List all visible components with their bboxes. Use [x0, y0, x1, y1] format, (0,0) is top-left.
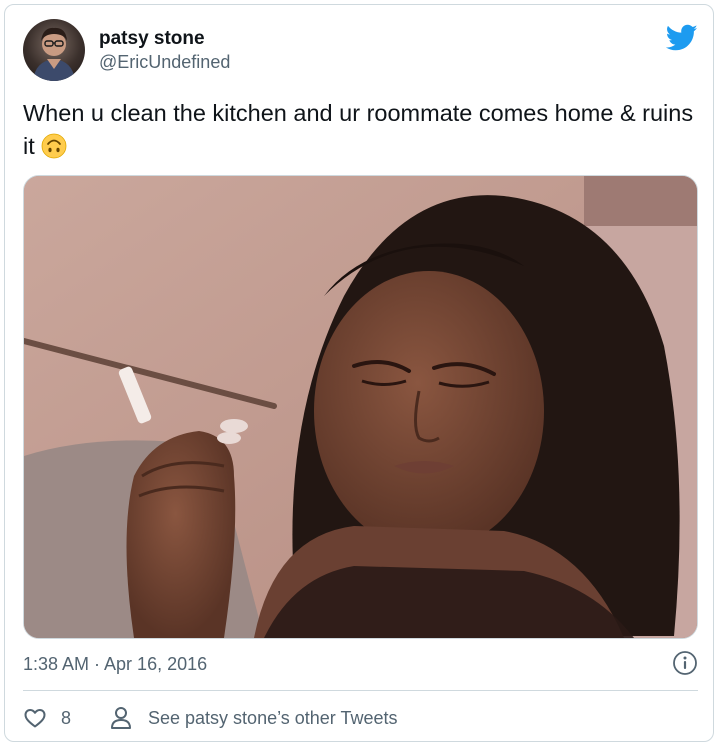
twitter-bird-icon[interactable] — [665, 24, 698, 52]
user-handle[interactable]: @EricUndefined — [99, 50, 230, 74]
display-name[interactable]: patsy stone — [99, 28, 230, 50]
tweet-text-body: When u clean the kitchen and ur roommate… — [23, 100, 694, 159]
tweet-media-photo[interactable] — [23, 175, 698, 639]
info-icon[interactable] — [672, 650, 698, 676]
tweet-text: When u clean the kitchen and ur roommate… — [23, 97, 698, 163]
heart-icon — [24, 709, 46, 728]
like-button[interactable]: 8 — [23, 703, 71, 733]
tweet-header: patsy stone @EricUndefined — [23, 19, 698, 83]
tweet-card: patsy stone @EricUndefined When u clean … — [4, 4, 714, 742]
user-block: patsy stone @EricUndefined — [99, 28, 230, 74]
tweet-actions: 8 See patsy stone’s other Tweets — [23, 703, 698, 733]
upside-down-face-icon — [41, 133, 67, 159]
person-icon — [111, 707, 131, 729]
divider — [23, 690, 698, 691]
like-count: 8 — [61, 707, 72, 728]
tweet-timestamp[interactable]: 1:38 AM · Apr 16, 2016 — [23, 652, 207, 676]
see-other-tweets-label: See patsy stone’s other Tweets — [148, 707, 398, 728]
timestamp-row: 1:38 AM · Apr 16, 2016 — [23, 650, 698, 678]
avatar[interactable] — [23, 19, 85, 81]
see-other-tweets-link[interactable]: See patsy stone’s other Tweets — [110, 703, 398, 733]
